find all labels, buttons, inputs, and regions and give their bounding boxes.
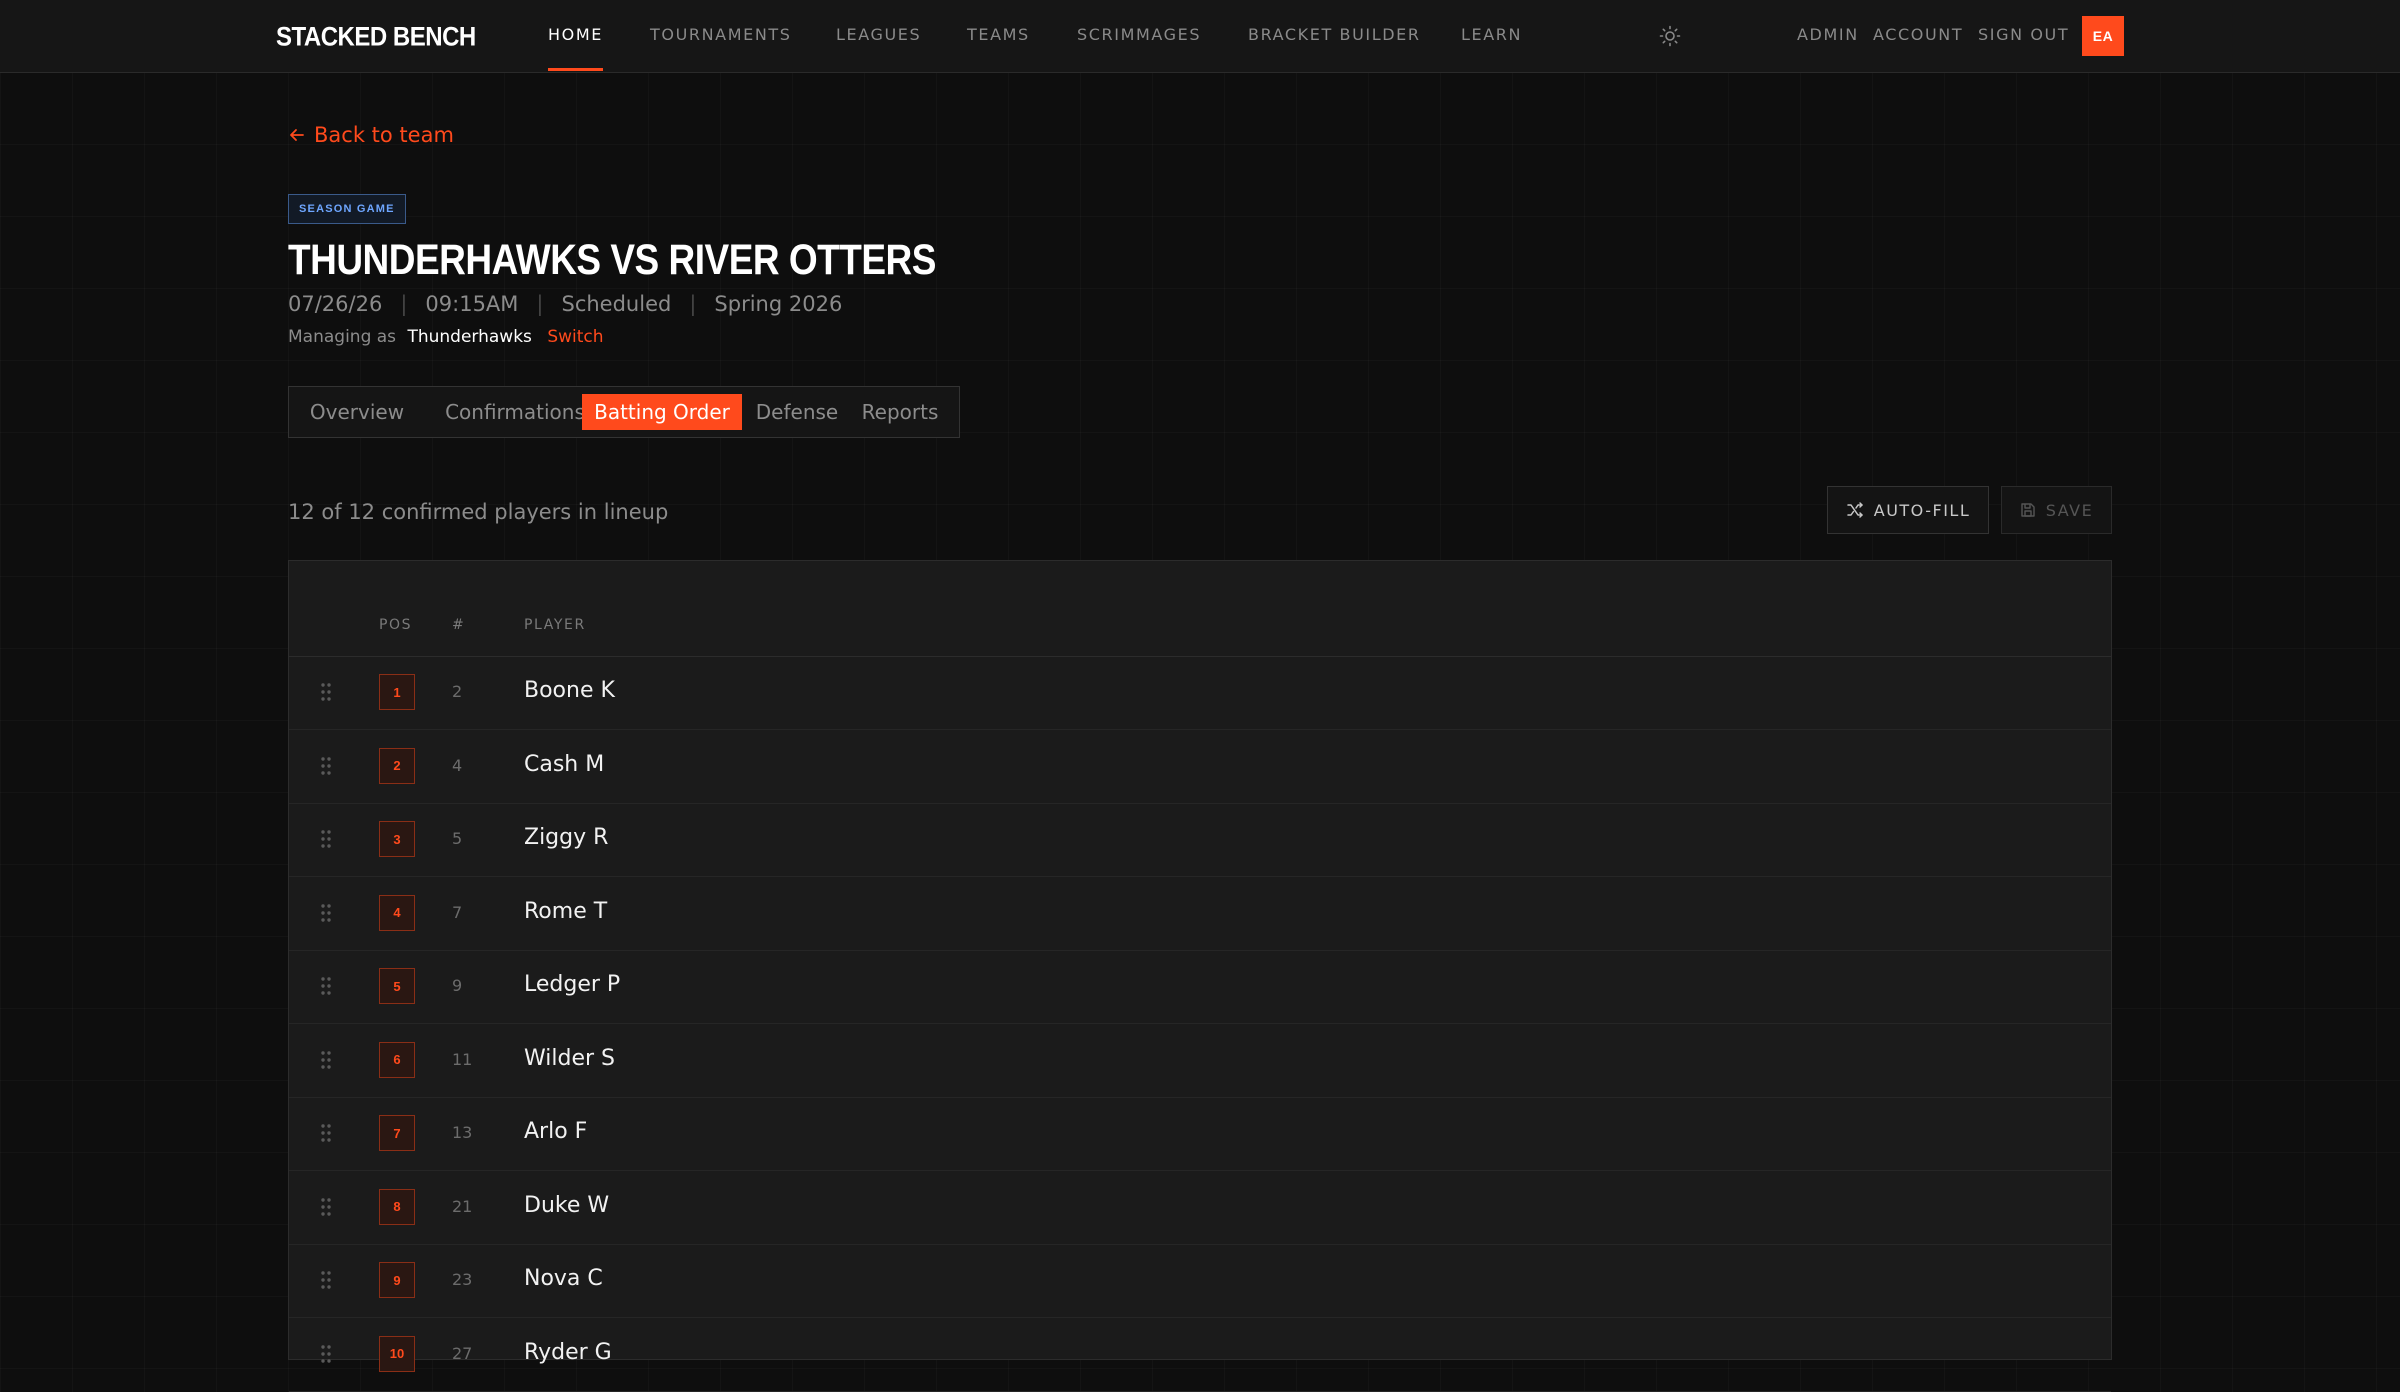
back-link-label: Back to team xyxy=(314,123,454,147)
auto-fill-label: AUTO-FILL xyxy=(1873,500,1971,520)
nav-item-scrimmages[interactable]: SCRIMMAGES xyxy=(1077,25,1201,44)
player-name: Ryder G xyxy=(524,1339,612,1365)
player-name: Duke W xyxy=(524,1192,610,1218)
jersey-number: 27 xyxy=(452,1343,473,1363)
table-row[interactable]: 4 7 Rome T xyxy=(289,877,2111,951)
player-name: Nova C xyxy=(524,1266,603,1291)
player-name: Arlo F xyxy=(524,1119,588,1144)
nav-item-teams[interactable]: TEAMS xyxy=(967,25,1030,44)
tab-batting-order[interactable]: Batting Order xyxy=(582,394,742,430)
batting-position: 9 xyxy=(379,1262,415,1298)
tab-defense[interactable]: Defense xyxy=(748,394,846,430)
jersey-number: 21 xyxy=(452,1196,473,1216)
batting-position: 4 xyxy=(379,894,415,931)
drag-handle-icon[interactable] xyxy=(319,829,333,849)
drag-handle-icon[interactable] xyxy=(319,1270,333,1290)
jersey-number: 23 xyxy=(452,1270,473,1289)
drag-handle-icon[interactable] xyxy=(319,1197,333,1217)
game-tabs: Overview Confirmations Batting Order Def… xyxy=(288,386,960,438)
nav-item-tournaments[interactable]: TOURNAMENTS xyxy=(650,25,792,44)
nav-item-account[interactable]: ACCOUNT xyxy=(1873,25,1963,44)
batting-position: 10 xyxy=(379,1335,415,1372)
jersey-number: 13 xyxy=(452,1123,473,1142)
meta-divider: | xyxy=(689,292,697,316)
tab-overview[interactable]: Overview xyxy=(301,394,413,430)
player-name: Ziggy R xyxy=(524,825,609,850)
nav-item-learn[interactable]: LEARN xyxy=(1461,25,1522,44)
meta-divider: | xyxy=(536,292,544,316)
player-name: Rome T xyxy=(524,898,608,924)
game-date: 07/26/26 xyxy=(288,292,383,316)
back-to-team-link[interactable]: Back to team xyxy=(288,123,454,147)
jersey-number: 4 xyxy=(452,755,463,775)
active-nav-indicator xyxy=(548,68,603,71)
batting-position: 1 xyxy=(379,674,415,710)
nav-item-bracket-builder[interactable]: BRACKET BUILDER xyxy=(1248,25,1421,44)
jersey-number: 2 xyxy=(452,682,463,701)
table-row[interactable]: 6 11 Wilder S xyxy=(289,1024,2111,1098)
save-button[interactable]: SAVE xyxy=(2001,486,2112,534)
top-navigation-bar: STACKED BENCH HOME TOURNAMENTS LEAGUES T… xyxy=(0,0,2400,73)
game-meta: 07/26/26 | 09:15AM | Scheduled | Spring … xyxy=(288,292,842,316)
table-row[interactable]: 7 13 Arlo F xyxy=(289,1097,2111,1171)
table-header: POS # PLAYER xyxy=(289,561,2111,657)
drag-handle-icon[interactable] xyxy=(319,682,333,702)
jersey-number: 5 xyxy=(452,829,463,848)
batting-position: 2 xyxy=(379,747,415,784)
game-season: Spring 2026 xyxy=(714,292,843,316)
managing-as-line: Managing as Thunderhawks Switch xyxy=(288,327,604,347)
sun-icon[interactable] xyxy=(1658,24,1682,48)
table-row[interactable]: 8 21 Duke W xyxy=(289,1171,2111,1245)
player-name: Wilder S xyxy=(524,1045,615,1071)
batting-order-table: POS # PLAYER 1 2 Boone K 2 4 Cash M 3 5 Ziggy R 4… xyxy=(288,560,2112,1392)
nav-item-leagues[interactable]: LEAGUES xyxy=(836,25,921,44)
game-status: Scheduled xyxy=(561,292,672,316)
nav-item-admin[interactable]: ADMIN xyxy=(1797,25,1859,44)
meta-divider: | xyxy=(400,292,408,316)
jersey-number: 11 xyxy=(452,1049,473,1069)
batting-position: 3 xyxy=(379,821,415,857)
player-name: Boone K xyxy=(524,678,615,703)
table-row[interactable]: 2 4 Cash M xyxy=(289,730,2111,804)
table-row[interactable]: 10 27 Ryder G xyxy=(289,1318,2111,1392)
save-label: SAVE xyxy=(2045,500,2094,520)
jersey-number: 9 xyxy=(452,976,463,995)
player-name: Ledger P xyxy=(524,972,621,997)
drag-handle-icon[interactable] xyxy=(319,1123,333,1143)
save-icon xyxy=(2021,503,2035,517)
user-avatar[interactable]: EA xyxy=(2082,16,2124,56)
column-header-player: PLAYER xyxy=(524,617,586,633)
page-title: THUNDERHAWKS VS RIVER OTTERS xyxy=(288,236,936,284)
table-row[interactable]: 1 2 Boone K xyxy=(289,656,2111,730)
column-header-pos: POS xyxy=(379,617,413,633)
brand-logo[interactable]: STACKED BENCH xyxy=(276,22,476,53)
drag-handle-icon[interactable] xyxy=(319,756,333,776)
auto-fill-button[interactable]: AUTO-FILL xyxy=(1827,486,1989,534)
drag-handle-icon[interactable] xyxy=(319,1050,333,1070)
drag-handle-icon[interactable] xyxy=(319,903,333,923)
managing-team-name: Thunderhawks xyxy=(407,327,532,347)
game-type-badge: SEASON GAME xyxy=(288,194,406,224)
batting-position: 8 xyxy=(379,1188,415,1225)
drag-handle-icon[interactable] xyxy=(319,1344,333,1364)
tab-reports[interactable]: Reports xyxy=(852,394,948,430)
table-row[interactable]: 9 23 Nova C xyxy=(289,1244,2111,1318)
arrow-left-icon xyxy=(290,129,304,141)
table-row[interactable]: 5 9 Ledger P xyxy=(289,950,2111,1024)
batting-position: 6 xyxy=(379,1041,415,1078)
lineup-count-text: 12 of 12 confirmed players in lineup xyxy=(288,500,669,524)
game-time: 09:15AM xyxy=(425,292,519,316)
switch-team-link[interactable]: Switch xyxy=(547,327,603,347)
column-header-number: # xyxy=(452,617,466,633)
player-name: Cash M xyxy=(524,751,605,777)
managing-prefix: Managing as xyxy=(288,327,397,347)
batting-position: 7 xyxy=(379,1115,415,1151)
nav-item-sign-out[interactable]: SIGN OUT xyxy=(1978,25,2069,44)
nav-item-home[interactable]: HOME xyxy=(548,25,603,44)
table-row[interactable]: 3 5 Ziggy R xyxy=(289,803,2111,877)
drag-handle-icon[interactable] xyxy=(319,976,333,996)
shuffle-icon xyxy=(1847,502,1863,518)
jersey-number: 7 xyxy=(452,902,463,922)
batting-position: 5 xyxy=(379,968,415,1004)
